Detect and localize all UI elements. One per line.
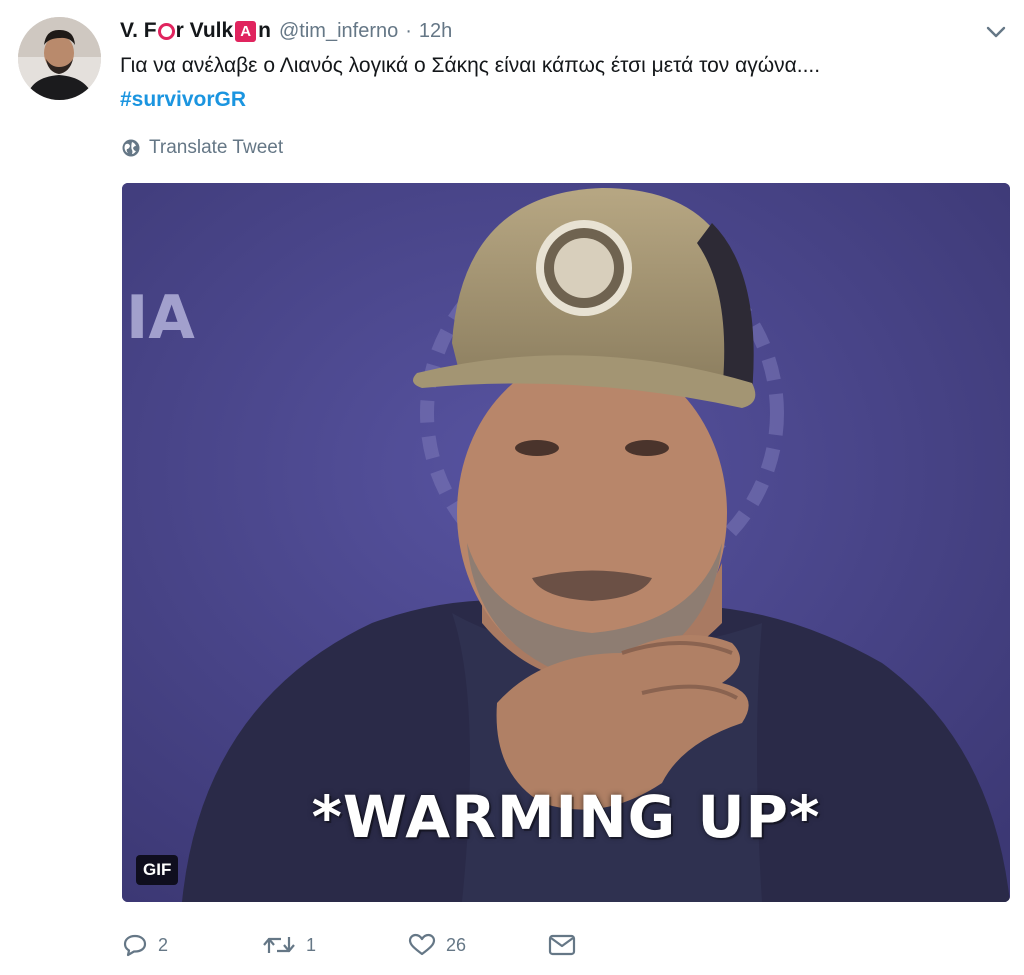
retweet-icon xyxy=(263,937,295,953)
avatar[interactable] xyxy=(18,17,101,100)
heart-icon xyxy=(408,933,436,956)
ring-o-icon xyxy=(157,22,175,40)
globe-icon xyxy=(122,139,140,157)
reply-icon xyxy=(123,934,147,957)
display-name-part1: V. F xyxy=(120,19,157,42)
background-sign-text: IA xyxy=(126,283,195,353)
like-button[interactable]: 26 xyxy=(408,933,548,957)
tweet-timestamp[interactable]: 12h xyxy=(419,20,452,43)
reply-count: 2 xyxy=(158,934,169,955)
translate-label: Translate Tweet xyxy=(149,137,284,158)
display-name-part2: r Vulk xyxy=(175,19,234,42)
display-name[interactable]: V. F r Vulk A n xyxy=(120,19,271,43)
tweet-actions: 2 1 26 xyxy=(122,925,586,965)
direct-message-button[interactable] xyxy=(548,934,586,956)
envelope-icon xyxy=(548,934,576,956)
tweet-text: Για να ανέλαβε ο Λιανός λογικά ο Σάκης ε… xyxy=(120,54,821,77)
hashtag-link[interactable]: #survivorGR xyxy=(120,84,246,115)
tweet-header: V. F r Vulk A n @tim_inferno · 12h xyxy=(120,14,452,48)
retweet-button[interactable]: 1 xyxy=(262,933,408,957)
reply-button[interactable]: 2 xyxy=(122,933,262,957)
boxed-letter: A xyxy=(235,20,257,42)
translate-tweet-button[interactable]: Translate Tweet xyxy=(121,134,283,162)
user-handle[interactable]: @tim_inferno xyxy=(279,20,398,43)
gif-badge: GIF xyxy=(136,855,179,885)
chevron-down-icon[interactable] xyxy=(984,20,1008,44)
gif-caption: *WARMING UP* xyxy=(311,783,821,851)
like-count: 26 xyxy=(446,934,467,955)
gif-media[interactable]: IA *WARMING UP* GIF xyxy=(122,183,1010,902)
retweet-count: 1 xyxy=(306,934,317,955)
separator-dot: · xyxy=(405,19,412,42)
avatar-photo xyxy=(18,17,101,100)
display-name-part3: n xyxy=(258,19,271,42)
